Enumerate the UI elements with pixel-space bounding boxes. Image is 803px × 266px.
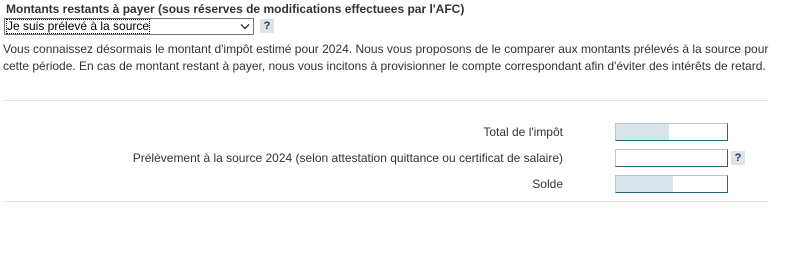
prelevement-field[interactable] (615, 149, 728, 167)
total-impot-field[interactable] (615, 123, 728, 141)
form-row-solde: Solde (0, 175, 760, 193)
prelevement-label: Prélèvement à la source 2024 (selon atte… (132, 151, 563, 165)
form-row-total-impot: Total de l'impôt (0, 123, 760, 141)
total-impot-input[interactable] (616, 124, 727, 140)
solde-field[interactable] (615, 175, 728, 193)
total-impot-label: Total de l'impôt (483, 125, 563, 139)
divider-top (3, 100, 768, 101)
section-title: Montants restants à payer (sous réserves… (6, 2, 465, 16)
help-icon[interactable]: ? (731, 151, 745, 165)
solde-input[interactable] (616, 176, 727, 192)
chevron-down-icon (239, 20, 251, 33)
withholding-select-row: Je suis prélevé à la source ? (4, 17, 274, 35)
prelevement-input[interactable] (616, 150, 727, 166)
solde-label: Solde (532, 177, 563, 191)
form-row-prelevement: Prélèvement à la source 2024 (selon atte… (0, 149, 760, 167)
select-selected-value: Je suis prélevé à la source (6, 18, 151, 34)
intro-paragraph: Vous connaissez désormais le montant d'i… (3, 42, 769, 73)
help-icon[interactable]: ? (260, 19, 274, 33)
divider-bottom (3, 201, 768, 202)
withholding-status-select[interactable]: Je suis prélevé à la source (4, 17, 254, 35)
